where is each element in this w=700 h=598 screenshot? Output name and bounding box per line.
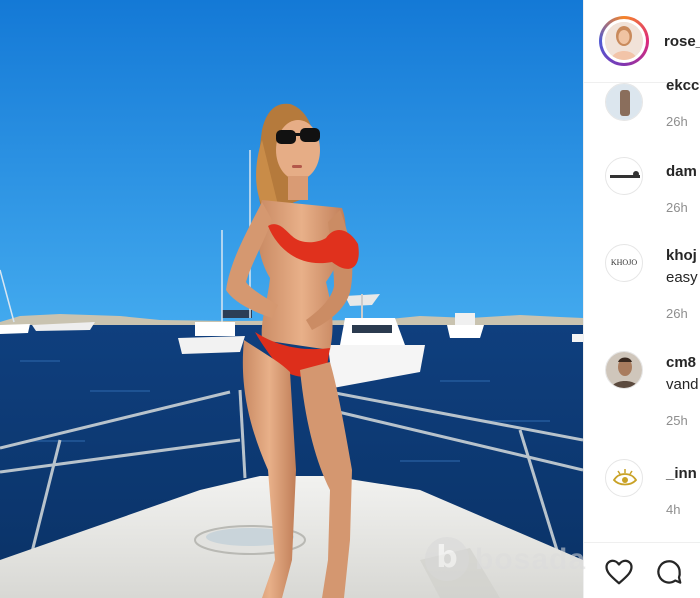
- commenter-username[interactable]: cm8: [666, 354, 696, 371]
- commenter-avatar-text: KHOJO: [610, 258, 638, 267]
- comment-text: easy: [666, 269, 698, 286]
- commenter-avatar[interactable]: [605, 459, 643, 497]
- comment-time[interactable]: 26h: [666, 200, 688, 215]
- post-image[interactable]: [0, 0, 583, 598]
- post-sidebar: rose_ ekcc 26h dam 26h: [583, 0, 700, 598]
- post-header: rose_: [584, 0, 700, 83]
- comment-time[interactable]: 4h: [666, 502, 680, 517]
- comment-time[interactable]: 26h: [666, 114, 688, 129]
- heart-icon[interactable]: [604, 557, 634, 587]
- commenter-avatar[interactable]: [605, 83, 643, 121]
- commenter-avatar[interactable]: KHOJO: [605, 244, 643, 282]
- author-avatar[interactable]: [599, 16, 649, 66]
- watermark-logo-icon: b: [425, 537, 469, 581]
- action-bar: [584, 542, 700, 598]
- eye-logo-icon: [612, 469, 638, 486]
- author-username[interactable]: rose_: [664, 33, 700, 50]
- commenter-username[interactable]: khoj: [666, 247, 697, 264]
- watermark-text: bosada: [475, 543, 587, 576]
- comment-icon[interactable]: [654, 557, 684, 587]
- comment-time[interactable]: 25h: [666, 413, 688, 428]
- commenter-avatar[interactable]: [605, 157, 643, 195]
- comment-text: vand: [666, 376, 699, 393]
- commenter-username[interactable]: dam: [666, 163, 697, 180]
- commenter-username[interactable]: ekcc: [666, 77, 699, 94]
- commenter-username[interactable]: _inn: [666, 465, 697, 482]
- commenter-avatar[interactable]: [605, 351, 643, 389]
- comment-time[interactable]: 26h: [666, 306, 688, 321]
